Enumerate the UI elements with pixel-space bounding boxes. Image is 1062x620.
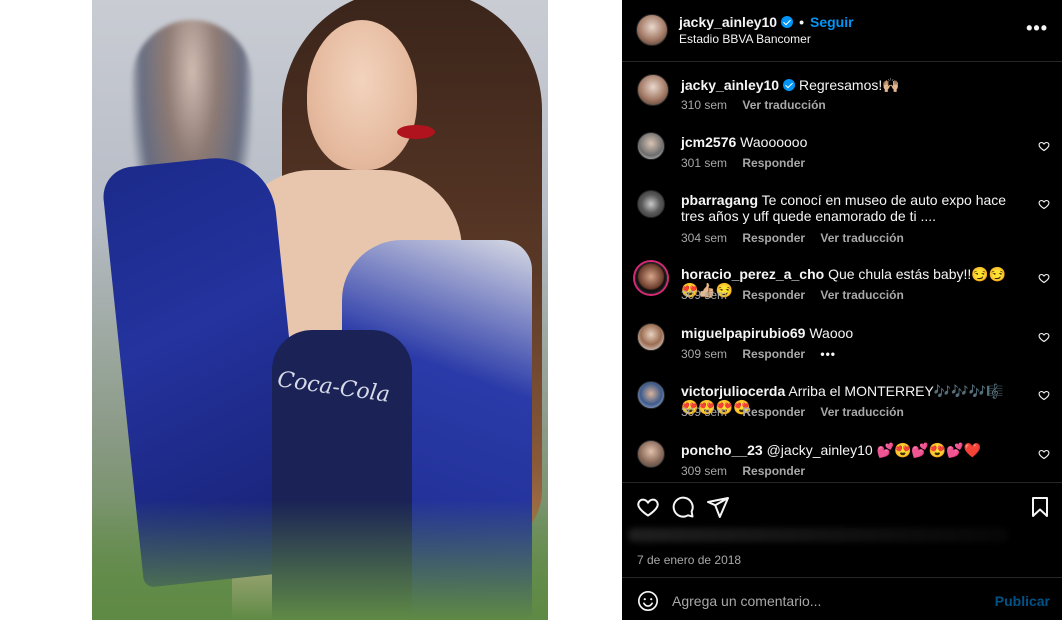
comment-time[interactable]: 301 sem (681, 156, 727, 170)
comment-avatar[interactable] (637, 190, 665, 218)
comment-username[interactable]: victorjuliocerda (681, 383, 785, 399)
comment-username[interactable]: miguelpapirubio69 (681, 325, 805, 341)
verified-badge-icon (783, 79, 796, 91)
comment-meta: 304 sem Responder Ver traducción (681, 231, 916, 245)
comment-text: Waooo (809, 325, 854, 341)
publish-button[interactable]: Publicar (995, 593, 1050, 609)
translate-link[interactable]: Ver traducción (820, 405, 903, 419)
comment-meta: 309 sem Responder ••• (681, 347, 848, 361)
post-header: jacky_ainley10 • Seguir Estadio BBVA Banco… (622, 0, 1062, 62)
post-media-area: Coca-Cola (0, 0, 622, 620)
like-heart-icon[interactable] (636, 495, 660, 519)
comment-avatar[interactable] (637, 132, 665, 160)
comment-text-line: pbarragang Te conocí en museo de auto ex… (681, 192, 1011, 224)
comment-avatar[interactable] (637, 381, 665, 409)
comment-like-heart-icon[interactable] (1038, 140, 1050, 152)
comment-like-heart-icon[interactable] (1038, 448, 1050, 460)
reply-button[interactable]: Responder (742, 156, 805, 170)
caption-avatar[interactable] (637, 74, 669, 106)
caption-username[interactable]: jacky_ainley10 (681, 77, 779, 93)
caption-text: Regresamos!🙌🏼 (798, 77, 900, 93)
comment-text-line: poncho__23 @jacky_ainley10 💕😍💕😍💕❤️ (681, 442, 1011, 458)
comment-like-heart-icon[interactable] (1038, 331, 1050, 343)
caption-text-line: jacky_ainley10 Regresamos!🙌🏼 (681, 77, 1011, 93)
reply-button[interactable]: Responder (742, 405, 805, 419)
comment-meta: 309 sem Responder Ver traducción (681, 288, 916, 302)
reply-button[interactable]: Responder (742, 231, 805, 245)
comment-text-line: jcm2576 Waoooooo (681, 134, 1011, 150)
caption-time[interactable]: 310 sem (681, 98, 727, 112)
comment-meta: 309 sem Responder (681, 464, 817, 478)
reply-button[interactable]: Responder (742, 464, 805, 478)
verified-badge-icon (781, 16, 794, 28)
follow-button[interactable]: Seguir (810, 14, 854, 30)
likes-summary-blurred (628, 528, 1008, 542)
caption-translate-link[interactable]: Ver traducción (742, 98, 825, 112)
header-user-line: jacky_ainley10 • Seguir (679, 14, 854, 30)
photo-face (307, 20, 417, 170)
comment-avatar[interactable] (637, 323, 665, 351)
comment-bubble-icon[interactable] (671, 495, 695, 519)
comments-list[interactable]: jacky_ainley10 Regresamos!🙌🏼 310 sem Ver… (622, 62, 1062, 482)
post-actions-bar: 7 de enero de 2018 (622, 482, 1062, 577)
post-side-panel: jacky_ainley10 • Seguir Estadio BBVA Banco… (622, 0, 1062, 620)
more-options-icon[interactable]: ••• (1026, 18, 1048, 39)
comment-input[interactable] (672, 584, 992, 618)
comment-time[interactable]: 309 sem (681, 288, 727, 302)
post-photo[interactable]: Coca-Cola (92, 0, 548, 620)
comment-like-heart-icon[interactable] (1038, 272, 1050, 284)
post-date[interactable]: 7 de enero de 2018 (637, 553, 741, 567)
comment-text-line: miguelpapirubio69 Waooo (681, 325, 1011, 341)
reply-button[interactable]: Responder (742, 347, 805, 361)
comment-composer: Publicar (622, 577, 1062, 620)
save-bookmark-icon[interactable] (1028, 495, 1052, 519)
photo-field (92, 500, 548, 620)
comment-time[interactable]: 309 sem (681, 347, 727, 361)
comment-username[interactable]: pbarragang (681, 192, 758, 208)
emoji-smiley-icon[interactable] (637, 590, 659, 612)
caption-meta: 310 sem Ver traducción (681, 98, 838, 112)
author-avatar[interactable] (636, 14, 668, 46)
comment-avatar-story-ring[interactable] (635, 262, 667, 294)
share-paper-plane-icon[interactable] (706, 495, 730, 519)
comment-username[interactable]: poncho__23 (681, 442, 763, 458)
comment-time[interactable]: 309 sem (681, 464, 727, 478)
author-username[interactable]: jacky_ainley10 (679, 14, 777, 30)
post-location[interactable]: Estadio BBVA Bancomer (679, 32, 811, 46)
comment-like-heart-icon[interactable] (1038, 389, 1050, 401)
reply-button[interactable]: Responder (742, 288, 805, 302)
comment-avatar[interactable] (637, 440, 665, 468)
comment-more-options-icon[interactable]: ••• (820, 347, 836, 361)
separator-dot: • (799, 14, 804, 30)
comment-time[interactable]: 304 sem (681, 231, 727, 245)
comment-username[interactable]: horacio_perez_a_cho (681, 266, 824, 282)
comment-text: @jacky_ainley10 💕😍💕😍💕❤️ (766, 442, 982, 458)
photo-lips (397, 125, 435, 139)
translate-link[interactable]: Ver traducción (820, 288, 903, 302)
comment-meta: 309 sem Responder Ver traducción (681, 405, 916, 419)
comment-username[interactable]: jcm2576 (681, 134, 736, 150)
comment-like-heart-icon[interactable] (1038, 198, 1050, 210)
translate-link[interactable]: Ver traducción (820, 231, 903, 245)
comment-text: Waoooooo (740, 134, 808, 150)
comment-time[interactable]: 309 sem (681, 405, 727, 419)
comment-meta: 301 sem Responder (681, 156, 817, 170)
